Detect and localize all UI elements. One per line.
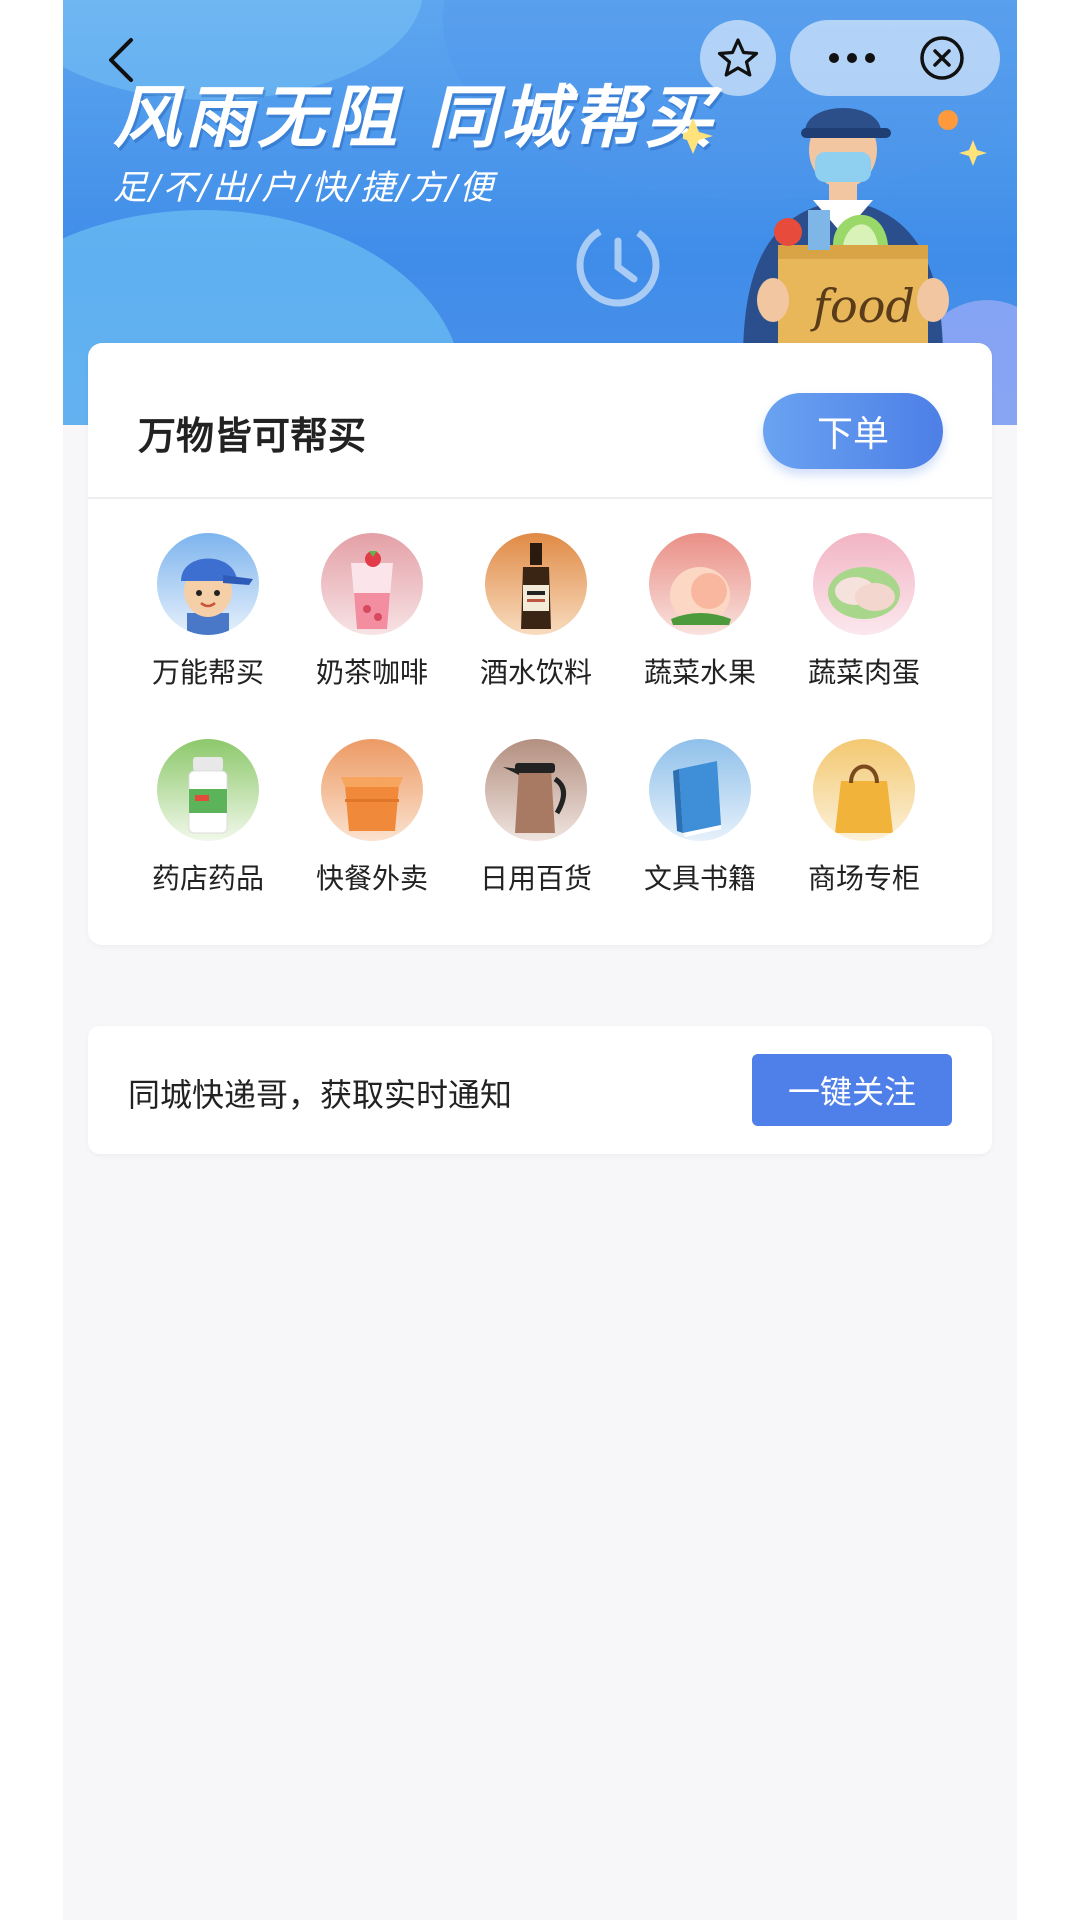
kettle-icon (485, 739, 587, 841)
category-label: 日用百货 (479, 862, 592, 895)
card-title: 万物皆可帮买 (138, 414, 367, 458)
food-text: food (810, 279, 915, 333)
liquor-bottle-icon (485, 533, 587, 635)
more-icon[interactable] (824, 44, 880, 72)
book-icon (649, 739, 751, 841)
favorite-button[interactable] (700, 20, 776, 96)
category-label: 蔬菜水果 (643, 656, 756, 689)
category-card: 万物皆可帮买 下单 万能帮买 奶茶咖啡 酒水饮料 蔬菜水果 蔬菜肉蛋 药店药品 … (88, 343, 992, 945)
category-grid: 万能帮买 奶茶咖啡 酒水饮料 蔬菜水果 蔬菜肉蛋 药店药品 快餐外卖 日用百货 … (133, 533, 939, 913)
category-item[interactable]: 快餐外卖 (297, 739, 447, 909)
medicine-bottle-icon (157, 739, 259, 841)
category-item[interactable]: 蔬菜肉蛋 (789, 533, 939, 703)
category-item[interactable]: 蔬菜水果 (625, 533, 775, 703)
chevron-left-icon[interactable] (103, 36, 143, 84)
category-item[interactable]: 药店药品 (133, 739, 283, 909)
category-label: 文具书籍 (643, 862, 756, 895)
close-circle-icon[interactable] (918, 34, 966, 82)
category-label: 商场专柜 (807, 862, 920, 895)
meat-icon (813, 533, 915, 635)
category-label: 奶茶咖啡 (315, 656, 428, 689)
courier-illustration: food (683, 108, 987, 360)
category-item[interactable]: 商场专柜 (789, 739, 939, 909)
follow-text: 同城快递哥，获取实时通知 (128, 1076, 513, 1114)
clock-icon (576, 223, 660, 307)
category-item[interactable]: 酒水饮料 (461, 533, 611, 703)
category-label: 药店药品 (151, 862, 264, 895)
follow-button[interactable]: 一键关注 (752, 1054, 952, 1126)
divider (88, 497, 992, 499)
milk-tea-icon (321, 533, 423, 635)
app-screen: 风雨无阻 同城帮买 足/不/出/户/快/捷/方/便 food 万物皆可帮买 下单… (63, 0, 1017, 1920)
courier-icon (157, 533, 259, 635)
order-button[interactable]: 下单 (763, 393, 943, 469)
takeout-box-icon (321, 739, 423, 841)
star-icon (717, 38, 759, 77)
capsule-menu (790, 20, 1000, 96)
category-item[interactable]: 万能帮买 (133, 533, 283, 703)
category-item[interactable]: 奶茶咖啡 (297, 533, 447, 703)
peach-icon (649, 533, 751, 635)
category-item[interactable]: 日用百货 (461, 739, 611, 909)
category-item[interactable]: 文具书籍 (625, 739, 775, 909)
category-label: 蔬菜肉蛋 (807, 656, 920, 689)
category-label: 酒水饮料 (479, 656, 592, 689)
category-label: 万能帮买 (151, 656, 264, 689)
banner-subtitle: 足/不/出/户/快/捷/方/便 (113, 168, 496, 208)
banner-title: 风雨无阻 同城帮买 (113, 79, 717, 158)
shopping-bag-icon (813, 739, 915, 841)
category-label: 快餐外卖 (315, 862, 428, 895)
follow-bar: 同城快递哥，获取实时通知 一键关注 (88, 1026, 992, 1154)
